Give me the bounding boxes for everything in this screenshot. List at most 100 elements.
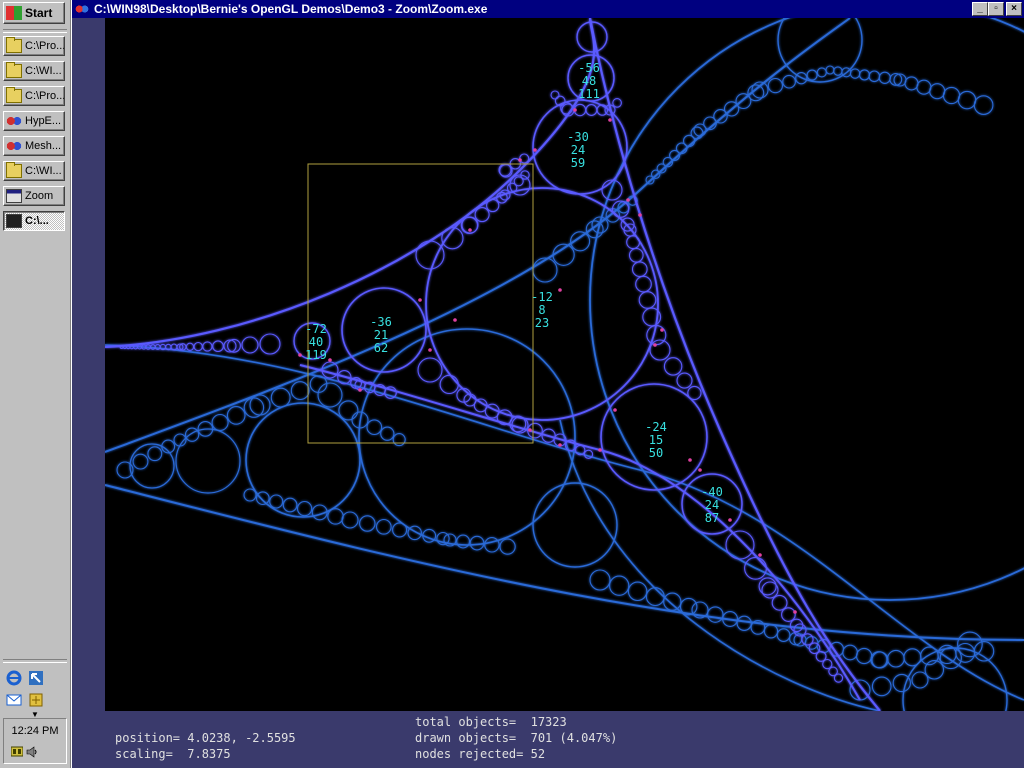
small-circle xyxy=(341,511,359,529)
opengl-app-icon[interactable] xyxy=(75,3,89,15)
small-circle xyxy=(585,220,604,239)
folder-icon xyxy=(6,62,22,78)
small-circle xyxy=(212,340,224,353)
taskbar-item-label: C:\WI... xyxy=(25,165,62,177)
status-panel: position= 4.0238, -2.5595 scaling= 7.837… xyxy=(105,711,1024,768)
position-value: 4.0238, -2.5595 xyxy=(187,731,296,745)
small-circle xyxy=(676,372,693,389)
small-circle xyxy=(327,508,344,525)
system-tray: 12:24 PM xyxy=(3,718,67,764)
circle-label-line: 24 xyxy=(571,143,585,157)
tangency-dot xyxy=(328,358,332,362)
display-settings-icon[interactable] xyxy=(10,745,24,757)
small-circle xyxy=(601,179,623,201)
small-circle xyxy=(871,651,889,669)
show-desktop-icon[interactable] xyxy=(28,670,44,686)
small-circle xyxy=(509,174,531,196)
tangency-dot xyxy=(793,610,797,614)
minimize-button[interactable]: _ xyxy=(972,2,988,16)
small-circle xyxy=(628,247,644,263)
internet-explorer-icon[interactable] xyxy=(6,670,22,686)
maximize-button[interactable]: ▫ xyxy=(988,2,1004,16)
small-circle xyxy=(781,607,796,622)
dim-circle-layer xyxy=(105,18,1024,711)
small-circle xyxy=(627,581,648,602)
taskbar-item-folder-3[interactable]: C:\Pro... xyxy=(3,86,65,106)
tangency-dot xyxy=(573,108,577,112)
tangency-dot xyxy=(608,118,612,122)
scaling-value: 7.8375 xyxy=(187,747,231,761)
taskbar-item-label: C:\Pro... xyxy=(25,40,65,52)
apollonian-gasket: -5648111-302459-12823-362162-7240119-241… xyxy=(105,18,1024,711)
small-circle xyxy=(763,624,779,639)
taskbar-item-folder-4[interactable]: C:\WI... xyxy=(3,161,65,181)
small-circle xyxy=(241,336,259,354)
circle-label-line: 59 xyxy=(571,156,585,170)
start-button[interactable]: Start xyxy=(3,2,65,24)
circle-label-line: -24 xyxy=(645,420,667,434)
boundary-curve xyxy=(105,344,1024,701)
tangency-dot xyxy=(638,213,642,217)
small-circle xyxy=(973,641,995,662)
close-button[interactable]: × xyxy=(1006,2,1022,16)
tangency-dot xyxy=(418,298,422,302)
circle-label-line: 24 xyxy=(705,498,719,512)
tangency-dot xyxy=(428,348,432,352)
circle-label-line: 23 xyxy=(535,316,549,330)
taskbar: Start C:\Pro... C:\WI... C:\Pro... HypE.… xyxy=(0,0,72,768)
small-circle xyxy=(816,67,827,78)
tangency-dot xyxy=(298,353,302,357)
zoom-app-icon xyxy=(6,189,22,203)
small-circle xyxy=(911,671,929,689)
small-circle xyxy=(771,594,788,611)
small-circle xyxy=(496,191,508,204)
channels-icon[interactable] xyxy=(28,692,44,708)
tangency-dot xyxy=(558,443,562,447)
circle-label-line: 21 xyxy=(374,328,388,342)
nodes-rejected-value: 52 xyxy=(530,747,546,761)
small-circle xyxy=(585,104,598,116)
tangency-dot xyxy=(626,198,630,202)
taskbar-item-label: C:\... xyxy=(25,215,49,227)
small-circle xyxy=(474,207,490,223)
small-circle xyxy=(417,357,443,383)
taskbar-item-console[interactable]: C:\... xyxy=(3,211,65,231)
small-circle xyxy=(211,413,229,432)
taskbar-item-folder-2[interactable]: C:\WI... xyxy=(3,61,65,81)
small-circle xyxy=(415,240,445,270)
large-circle xyxy=(245,402,361,518)
circle-label-line: 15 xyxy=(649,433,663,447)
bright-circle-layer xyxy=(105,18,881,711)
small-circle xyxy=(498,163,512,177)
folder-icon xyxy=(6,162,22,178)
outlook-express-icon[interactable] xyxy=(6,692,22,708)
accent-dots-layer xyxy=(298,108,797,614)
small-circle xyxy=(532,257,558,283)
window-left-border xyxy=(72,18,105,768)
small-circle xyxy=(612,98,622,108)
small-circle xyxy=(609,575,630,596)
small-circle xyxy=(833,673,844,683)
small-circle xyxy=(384,386,397,399)
small-circle xyxy=(484,537,500,553)
small-circle xyxy=(767,77,784,94)
window-title-bar[interactable]: C:\WIN98\Desktop\Bernie's OpenGL Demos\D… xyxy=(72,0,1024,18)
small-circle xyxy=(649,339,671,361)
taskbar-item-folder-1[interactable]: C:\Pro... xyxy=(3,36,65,56)
windows-logo-icon xyxy=(6,6,22,20)
taskbar-item-hype[interactable]: HypE... xyxy=(3,111,65,131)
drawn-objects-label: drawn objects= xyxy=(415,731,517,745)
small-circle xyxy=(380,426,395,441)
small-circle xyxy=(129,443,175,489)
circle-label-line: -72 xyxy=(305,322,327,336)
opengl-viewport[interactable]: -56 48 111 -30 24 59 -12 8 23 -36 21 62 -72 40 119 -24 1… xyxy=(105,18,1024,711)
small-circle xyxy=(855,647,873,665)
taskbar-item-mesh[interactable]: Mesh... xyxy=(3,136,65,156)
clock[interactable]: 12:24 PM xyxy=(4,725,66,737)
circle-label-line: -12 xyxy=(531,290,553,304)
tangency-dot xyxy=(728,518,732,522)
position-readout: position= 4.0238, -2.5595 xyxy=(115,731,296,745)
taskbar-item-zoom[interactable]: Zoom xyxy=(3,186,65,206)
small-circle xyxy=(825,65,835,75)
volume-icon[interactable] xyxy=(26,745,38,758)
